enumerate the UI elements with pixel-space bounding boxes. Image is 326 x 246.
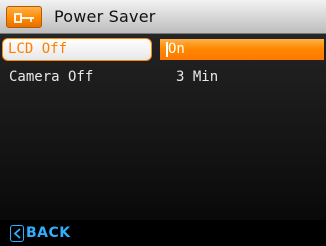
menu-item-lcd-off[interactable]: LCD Off On <box>0 37 326 62</box>
menu-item-label: Camera Off <box>9 69 94 85</box>
menu-item-value[interactable]: On <box>168 41 185 57</box>
camera-menu-screen: Power Saver LCD Off On Camera Off 3 Min … <box>0 0 326 246</box>
back-label: BACK <box>26 225 71 241</box>
menu-item-label: LCD Off <box>8 41 68 57</box>
back-button[interactable]: BACK <box>10 223 71 243</box>
power-saver-icon <box>6 6 42 28</box>
menu-footer: BACK <box>0 220 326 246</box>
menu-item-value[interactable]: 3 Min <box>176 69 218 85</box>
page-title: Power Saver <box>54 7 156 26</box>
back-arrow-icon <box>10 224 24 242</box>
menu-item-camera-off[interactable]: Camera Off 3 Min <box>0 65 326 90</box>
menu-header: Power Saver <box>0 0 326 34</box>
